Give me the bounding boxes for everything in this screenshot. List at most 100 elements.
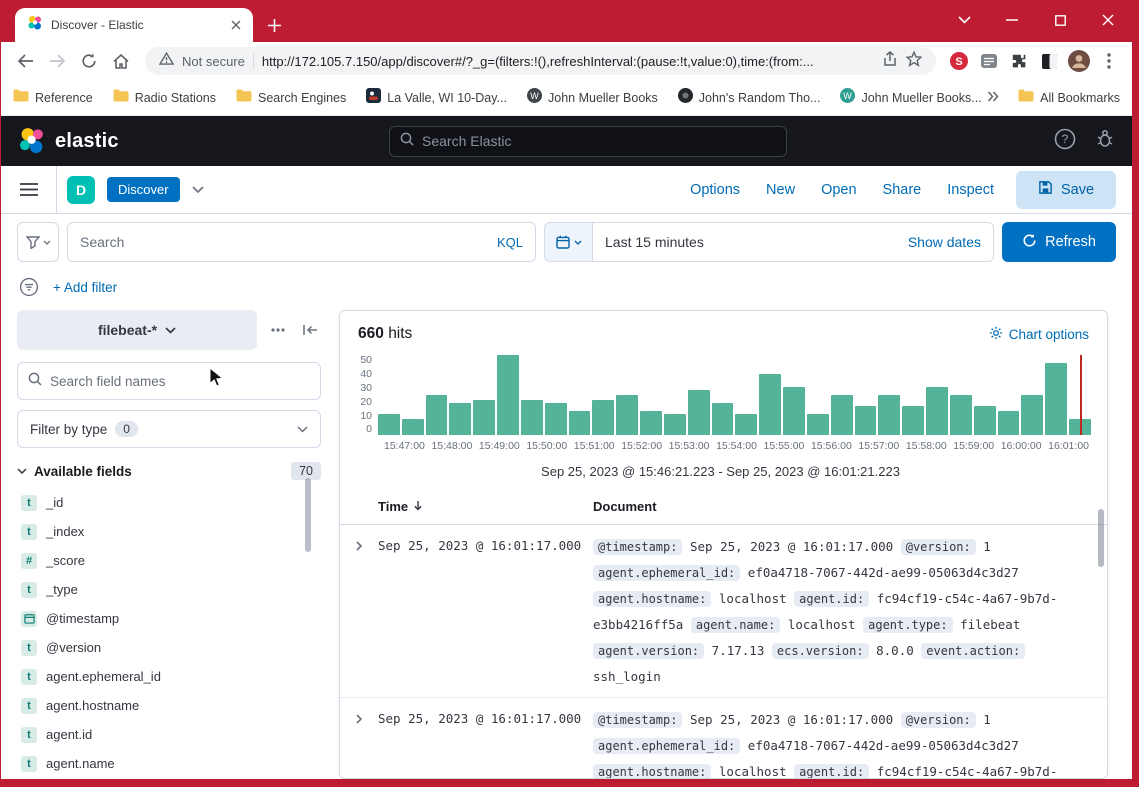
tab-list-chevron-icon[interactable]	[950, 6, 978, 34]
maximize-button[interactable]	[1046, 6, 1074, 34]
add-filter-button[interactable]: + Add filter	[53, 280, 117, 295]
close-window-button[interactable]	[1094, 6, 1122, 34]
browser-menu-kebab-icon[interactable]	[1096, 48, 1122, 74]
field-item-agent.id[interactable]: tagent.id	[17, 720, 321, 749]
histogram-bar[interactable]	[1021, 395, 1043, 435]
histogram-bar[interactable]	[855, 406, 877, 435]
extensions-puzzle-icon[interactable]	[1006, 48, 1032, 74]
nav-link-open[interactable]: Open	[821, 182, 856, 198]
filter-circle-icon[interactable]	[19, 277, 39, 297]
histogram-bar[interactable]	[426, 395, 448, 435]
chart-options-button[interactable]: Chart options	[989, 326, 1089, 343]
field-item-@timestamp[interactable]: @timestamp	[17, 604, 321, 633]
space-badge[interactable]: D	[67, 176, 95, 204]
field-item-_type[interactable]: t_type	[17, 575, 321, 604]
bookmark-item[interactable]: WJohn Mueller Books	[527, 88, 658, 108]
field-options-dots-icon[interactable]	[267, 319, 289, 341]
new-tab-button[interactable]	[259, 10, 289, 40]
url-text[interactable]: http://172.105.7.150/app/discover#/?_g=(…	[262, 54, 874, 69]
field-item-_score[interactable]: #_score	[17, 546, 321, 575]
bookmark-item[interactable]: La Valle, WI 10-Day...	[366, 88, 507, 108]
histogram-bar[interactable]	[831, 395, 853, 435]
bookmark-item[interactable]: Reference	[13, 89, 93, 107]
nav-link-new[interactable]: New	[766, 182, 795, 198]
field-item-_index[interactable]: t_index	[17, 517, 321, 546]
collapse-sidebar-icon[interactable]	[299, 319, 321, 341]
calendar-icon[interactable]	[545, 223, 593, 261]
global-search-input[interactable]	[422, 133, 776, 149]
available-fields-header[interactable]: Available fields 70	[17, 462, 321, 480]
field-item-agent.ephemeral_id[interactable]: tagent.ephemeral_id	[17, 662, 321, 691]
histogram-bar[interactable]	[759, 374, 781, 435]
tab-close-icon[interactable]	[227, 16, 245, 34]
bookmark-item[interactable]: Search Engines	[236, 89, 346, 107]
nav-link-options[interactable]: Options	[690, 182, 740, 198]
kql-badge[interactable]: KQL	[497, 235, 523, 250]
saved-query-filter-icon[interactable]	[17, 222, 59, 262]
breadcrumb-discover[interactable]: Discover	[107, 177, 180, 202]
bookmark-item[interactable]: Radio Stations	[113, 89, 216, 107]
expand-row-icon[interactable]	[340, 534, 378, 690]
time-column-header[interactable]: Time	[378, 499, 593, 514]
expand-row-icon[interactable]	[340, 707, 378, 779]
histogram-bar[interactable]	[807, 414, 829, 435]
results-scrollbar[interactable]	[1098, 509, 1104, 567]
histogram-bar[interactable]	[521, 400, 543, 435]
histogram-bar[interactable]	[926, 387, 948, 435]
extension-mail-icon[interactable]	[976, 48, 1002, 74]
reload-icon[interactable]	[75, 47, 103, 75]
histogram-bar[interactable]	[497, 355, 519, 435]
menu-hamburger-icon[interactable]	[1, 166, 57, 213]
global-search[interactable]	[389, 126, 787, 157]
histogram-bar[interactable]	[712, 403, 734, 435]
histogram-bar[interactable]	[402, 419, 424, 435]
field-item-agent.name[interactable]: tagent.name	[17, 749, 321, 778]
histogram-bar[interactable]	[878, 395, 900, 435]
histogram-bar[interactable]	[545, 403, 567, 435]
histogram-bar[interactable]	[783, 387, 805, 435]
browser-tab[interactable]: Discover - Elastic	[15, 8, 253, 42]
address-bar[interactable]: Not secure http://172.105.7.150/app/disc…	[145, 47, 936, 75]
extension-bw-icon[interactable]	[1036, 48, 1062, 74]
histogram-bar[interactable]	[616, 395, 638, 435]
field-item-agent.hostname[interactable]: tagent.hostname	[17, 691, 321, 720]
help-icon[interactable]: ?	[1054, 128, 1076, 155]
minimize-button[interactable]	[998, 6, 1026, 34]
profile-avatar[interactable]	[1066, 48, 1092, 74]
histogram-bar[interactable]	[1045, 363, 1067, 435]
histogram-bar[interactable]	[974, 406, 996, 435]
time-range-value[interactable]: Last 15 minutes	[593, 234, 908, 250]
save-button[interactable]: Save	[1016, 171, 1116, 209]
histogram-bar[interactable]	[950, 395, 972, 435]
histogram-bar[interactable]	[735, 414, 757, 435]
bug-icon[interactable]	[1094, 128, 1116, 155]
nav-link-inspect[interactable]: Inspect	[947, 182, 994, 198]
home-icon[interactable]	[107, 47, 135, 75]
all-bookmarks-button[interactable]: All Bookmarks	[1018, 89, 1120, 107]
show-dates-button[interactable]: Show dates	[908, 234, 993, 250]
nav-link-share[interactable]: Share	[883, 182, 922, 198]
refresh-button[interactable]: Refresh	[1002, 222, 1116, 262]
forward-icon[interactable]	[43, 47, 71, 75]
chevron-down-icon[interactable]	[192, 186, 204, 193]
bookmark-item[interactable]: John's Random Tho...	[678, 88, 821, 108]
share-icon[interactable]	[882, 51, 898, 72]
histogram-bar[interactable]	[592, 400, 614, 435]
elastic-logo[interactable]: elastic	[17, 126, 119, 156]
bookmarks-overflow-icon[interactable]	[987, 89, 1000, 107]
sidebar-scrollbar[interactable]	[305, 478, 311, 552]
histogram-bar[interactable]	[449, 403, 471, 435]
histogram-bar[interactable]	[902, 406, 924, 435]
histogram-bar[interactable]	[640, 411, 662, 435]
query-search-input[interactable]	[80, 234, 489, 250]
filter-by-type[interactable]: Filter by type 0	[17, 410, 321, 448]
index-pattern-selector[interactable]: filebeat-*	[17, 310, 257, 350]
histogram-bar[interactable]	[473, 400, 495, 435]
bookmark-star-icon[interactable]	[906, 51, 922, 72]
not-secure-warning-icon[interactable]	[159, 52, 174, 70]
histogram-bar[interactable]	[998, 411, 1020, 435]
extension-s-icon[interactable]: S	[946, 48, 972, 74]
field-search-input[interactable]	[50, 374, 310, 389]
histogram-bar[interactable]	[569, 411, 591, 435]
bookmark-item[interactable]: WJohn Mueller Books...	[840, 88, 981, 108]
